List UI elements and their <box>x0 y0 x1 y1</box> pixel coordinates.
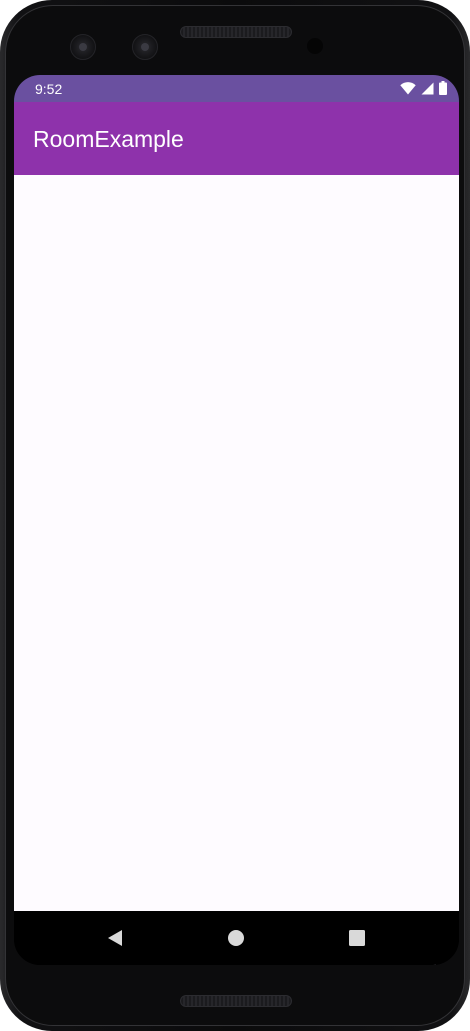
recents-icon <box>349 930 365 946</box>
home-button[interactable] <box>223 925 249 951</box>
status-time: 9:52 <box>35 81 63 97</box>
status-bar: 9:52 <box>14 75 459 102</box>
earpiece-speaker <box>180 26 292 38</box>
wifi-icon <box>400 81 416 94</box>
navigation-bar <box>14 911 459 965</box>
device-frame: 9:52 RoomExample <box>0 0 470 1031</box>
back-icon <box>108 930 122 946</box>
recents-button[interactable] <box>344 925 370 951</box>
front-camera-left <box>70 34 96 60</box>
app-title: RoomExample <box>33 126 184 152</box>
status-icons <box>400 81 447 95</box>
back-button[interactable] <box>102 925 128 951</box>
home-icon <box>228 930 244 946</box>
bottom-speaker <box>180 995 292 1007</box>
proximity-sensor <box>307 38 323 54</box>
battery-icon <box>439 81 447 95</box>
front-camera-right <box>132 34 158 60</box>
app-bar: RoomExample <box>14 102 459 175</box>
cellular-signal-icon <box>421 82 434 94</box>
content-area <box>14 175 459 965</box>
screen: 9:52 RoomExample <box>14 75 459 965</box>
